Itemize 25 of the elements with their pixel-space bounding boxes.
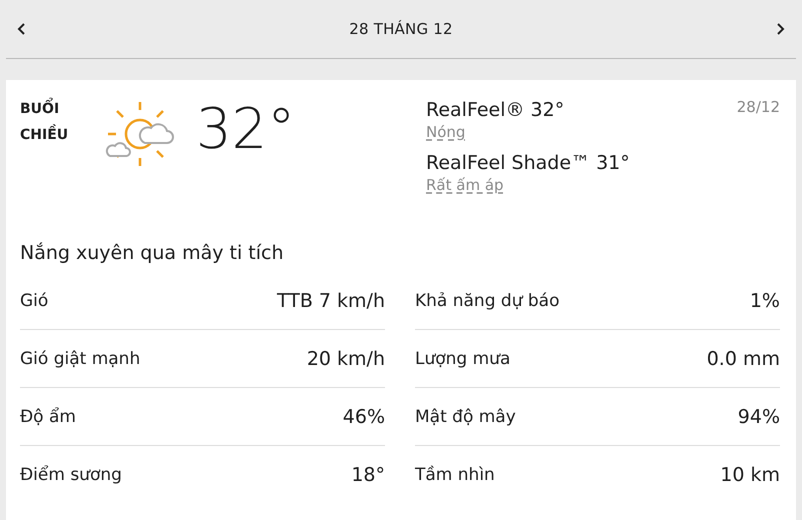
date-label: 28/12 xyxy=(736,98,780,116)
detail-value: TTB 7 km/h xyxy=(276,290,385,312)
detail-value: 18° xyxy=(351,464,385,486)
detail-label: Gió giật mạnh xyxy=(20,348,140,368)
detail-label: Độ ẩm xyxy=(20,406,76,426)
detail-value: 20 km/h xyxy=(306,348,385,370)
detail-label: Khả năng dự báo xyxy=(415,290,560,310)
detail-label: Mật độ mây xyxy=(415,406,516,426)
realfeel-label: RealFeel® 32° xyxy=(426,98,566,122)
condition-text: Nắng xuyên qua mây ti tích xyxy=(20,242,285,264)
period-label: BUỔI CHIỀU xyxy=(20,96,104,228)
detail-value: 0.0 mm xyxy=(706,348,780,370)
detail-label: Lượng mưa xyxy=(415,348,510,368)
detail-value: 46% xyxy=(342,406,385,428)
date-title: 28 THÁNG 12 xyxy=(349,20,453,38)
detail-value: 10 km xyxy=(720,464,780,486)
detail-value: 1% xyxy=(750,290,780,312)
detail-label: Tầm nhìn xyxy=(415,464,495,484)
temperature: 32° xyxy=(196,100,296,164)
realfeel-label: RealFeel Shade™ 31° xyxy=(426,151,631,175)
detail-label: Điểm sương xyxy=(20,464,122,484)
detail-value: 94% xyxy=(738,406,780,428)
realfeel-phrase: Nóng xyxy=(426,122,466,142)
detail-label: Gió xyxy=(20,290,48,310)
realfeel-phrase: Rất ấm áp xyxy=(426,175,505,195)
